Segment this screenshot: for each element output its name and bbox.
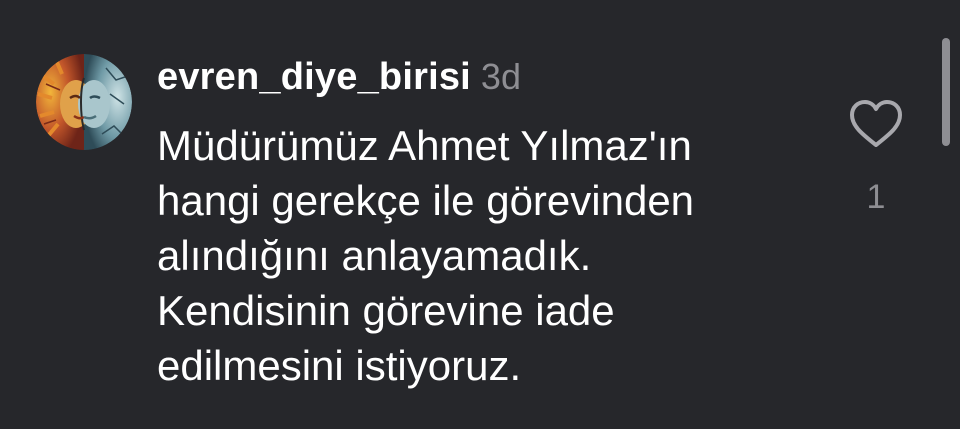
- timestamp: 3d: [480, 56, 521, 97]
- comment-item: evren_diye_birisi 3d Müdürümüz Ahmet Yılm…: [0, 0, 960, 429]
- comment-header: evren_diye_birisi 3d: [157, 56, 521, 99]
- like-button[interactable]: [848, 98, 904, 150]
- comment-text: Müdürümüz Ahmet Yılmaz'ın hangi gerekçe …: [157, 118, 837, 393]
- username[interactable]: evren_diye_birisi: [157, 56, 471, 98]
- like-count[interactable]: 1: [852, 178, 900, 217]
- comment-text-line: Kendisinin görevine iade: [157, 287, 615, 334]
- comment-text-line: edilmesini istiyoruz.: [157, 342, 522, 389]
- heart-outline-icon: [850, 100, 902, 147]
- comment-text-line: alındığını anlayamadık.: [157, 232, 592, 279]
- comment-text-line: hangi gerekçe ile görevinden: [157, 177, 695, 224]
- sun-moon-face-avatar-icon: [36, 54, 132, 150]
- scrollbar[interactable]: [942, 38, 950, 146]
- comment-text-line: Müdürümüz Ahmet Yılmaz'ın: [157, 122, 692, 169]
- avatar[interactable]: [36, 54, 132, 150]
